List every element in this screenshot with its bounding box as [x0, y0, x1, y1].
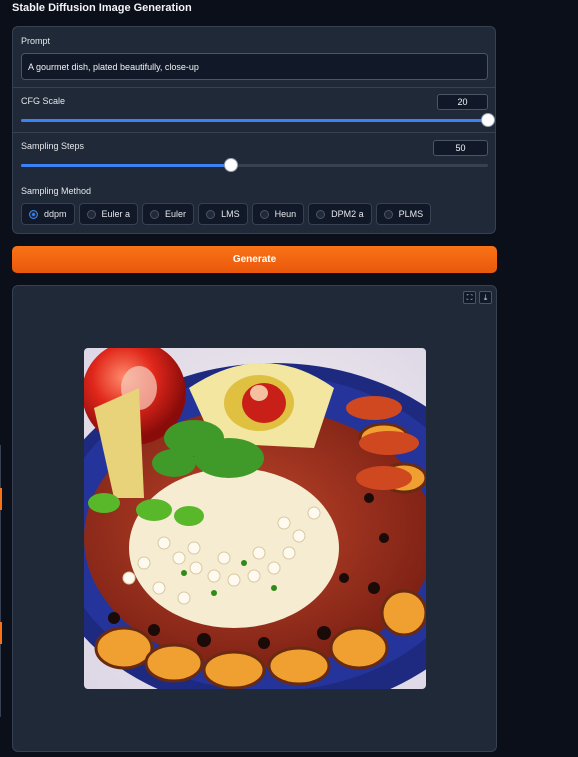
- cfg-scale-thumb[interactable]: [481, 113, 495, 127]
- radio-label: PLMS: [398, 209, 424, 219]
- output-panel: ⛶ ⤓: [12, 285, 497, 752]
- sampling-method-label: Sampling Method: [21, 186, 92, 196]
- radio-dot: [86, 209, 96, 219]
- radio-plms[interactable]: PLMS: [375, 203, 432, 225]
- radio-label: ddpm: [44, 209, 67, 219]
- fullscreen-icon[interactable]: ⛶: [463, 291, 476, 304]
- radio-heun[interactable]: Heun: [251, 203, 305, 225]
- radio-dot: [316, 209, 326, 219]
- cfg-scale-value[interactable]: 20: [437, 94, 488, 110]
- radio-lms[interactable]: LMS: [198, 203, 248, 225]
- radio-ddpm[interactable]: ddpm: [21, 203, 75, 225]
- prompt-label: Prompt: [21, 36, 51, 46]
- side-accent: [0, 488, 2, 510]
- sampling-steps-fill: [21, 164, 232, 167]
- sampling-steps-thumb[interactable]: [224, 158, 239, 172]
- radio-dpm2-a[interactable]: DPM2 a: [308, 203, 372, 225]
- prompt-input[interactable]: A gourmet dish, plated beautifully, clos…: [21, 53, 488, 80]
- cfg-scale-label: CFG Scale: [21, 96, 66, 106]
- radio-label: Euler: [165, 209, 187, 219]
- radio-euler-a[interactable]: Euler a: [78, 203, 139, 225]
- sampling-steps-slider[interactable]: [21, 158, 488, 172]
- generated-image: [84, 348, 426, 689]
- radio-label: Heun: [274, 209, 297, 219]
- side-accent: [0, 622, 2, 644]
- dish-illustration: [84, 348, 426, 689]
- radio-dot: [150, 209, 160, 219]
- cfg-scale-fill: [21, 119, 488, 122]
- sampling-steps-value[interactable]: 50: [433, 140, 488, 156]
- divider: [13, 132, 495, 133]
- radio-label: DPM2 a: [331, 209, 364, 219]
- radio-dot: [259, 209, 269, 219]
- radio-dot: [206, 209, 216, 219]
- app-title: Stable Diffusion Image Generation: [12, 2, 192, 14]
- radio-dot: [383, 209, 393, 219]
- sampling-steps-label: Sampling Steps: [21, 141, 85, 151]
- radio-label: Euler a: [101, 209, 131, 219]
- sampling-method-group: ddpm Euler a Euler LMS Heun DPM2 a PLMS: [21, 203, 432, 225]
- radio-euler[interactable]: Euler: [142, 203, 195, 225]
- cfg-scale-slider[interactable]: [21, 113, 495, 127]
- controls-panel: Prompt A gourmet dish, plated beautifull…: [12, 26, 496, 234]
- generate-button[interactable]: Generate: [12, 246, 497, 273]
- download-icon[interactable]: ⤓: [479, 291, 492, 304]
- side-divider: [0, 445, 1, 717]
- divider: [13, 87, 495, 88]
- radio-dot: [29, 209, 38, 219]
- radio-label: LMS: [221, 209, 240, 219]
